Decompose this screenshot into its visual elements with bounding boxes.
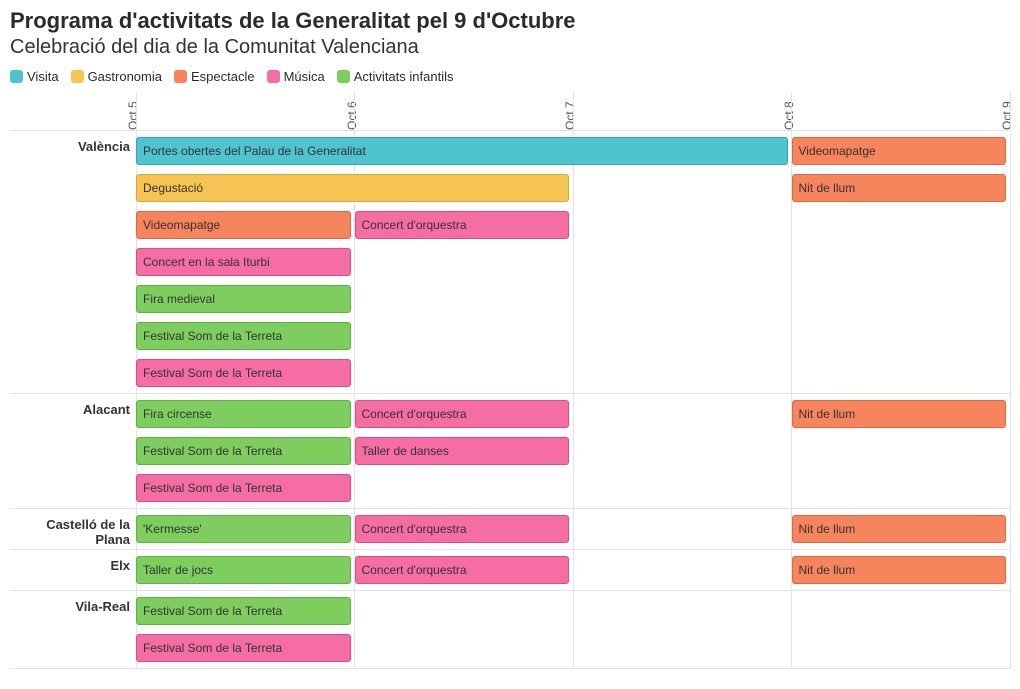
city-row: ElxTaller de jocsConcert d'orquestra Nit … — [10, 549, 1010, 590]
city-label: València — [10, 131, 136, 393]
lane: Festival Som de la Terreta — [136, 597, 1010, 625]
lane: Festival Som de la Terreta — [136, 474, 1010, 502]
legend-label: Visita — [27, 69, 59, 84]
lane: Degustació Nit de llum — [136, 174, 1010, 202]
city-lanes: Festival Som de la Terreta Festival Som d… — [136, 591, 1010, 668]
page-subtitle: Celebració del dia de la Comunitat Valen… — [10, 36, 1010, 59]
city-label: Elx — [10, 550, 136, 590]
event-bar[interactable]: Concert d'orquestra — [355, 515, 570, 543]
event-bar[interactable]: Festival Som de la Terreta — [136, 634, 351, 662]
city-row: ValènciaPortes obertes del Palau de la G… — [10, 130, 1010, 393]
event-bar[interactable]: Festival Som de la Terreta — [136, 597, 351, 625]
event-bar[interactable]: Portes obertes del Palau de la Generalit… — [136, 137, 788, 165]
axis-tick: Oct 8 — [782, 101, 796, 130]
chart-container: Programa d'activitats de la Generalitat … — [0, 0, 1020, 689]
legend: Visita Gastronomia Espectacle Música Activit… — [10, 69, 1010, 84]
legend-item-visita: Visita — [10, 69, 59, 84]
legend-swatch — [174, 70, 187, 83]
event-bar[interactable]: Concert d'orquestra — [355, 211, 570, 239]
event-bar[interactable]: Festival Som de la Terreta — [136, 474, 351, 502]
lane: Festival Som de la Terreta — [136, 359, 1010, 387]
lane: Concert en la sala Iturbi — [136, 248, 1010, 276]
lane: Fira medieval — [136, 285, 1010, 313]
event-bar[interactable]: Festival Som de la Terreta — [136, 322, 351, 350]
gantt-chart: Oct 5Oct 6Oct 7Oct 8Oct 9 ValènciaPortes… — [10, 92, 1010, 669]
legend-label: Música — [284, 69, 325, 84]
event-bar[interactable]: Fira medieval — [136, 285, 351, 313]
axis-tick: Oct 7 — [563, 101, 577, 130]
event-bar[interactable]: Taller de danses — [355, 437, 570, 465]
axis-tick: Oct 6 — [345, 101, 359, 130]
event-bar[interactable]: Concert en la sala Iturbi — [136, 248, 351, 276]
city-row: Vila-RealFestival Som de la TerretaFesti… — [10, 590, 1010, 669]
legend-swatch — [71, 70, 84, 83]
event-bar[interactable]: Concert d'orquestra — [355, 556, 570, 584]
legend-swatch — [267, 70, 280, 83]
event-bar[interactable]: Taller de jocs — [136, 556, 351, 584]
lane: VideomapatgeConcert d'orquestra — [136, 211, 1010, 239]
axis-tick: Oct 5 — [126, 101, 140, 130]
city-label: Castelló de la Plana — [10, 509, 136, 549]
event-bar[interactable]: Festival Som de la Terreta — [136, 359, 351, 387]
legend-label: Espectacle — [191, 69, 255, 84]
event-bar[interactable]: 'Kermesse' — [136, 515, 351, 543]
legend-swatch — [10, 70, 23, 83]
city-lanes: Taller de jocsConcert d'orquestra Nit de … — [136, 550, 1010, 590]
lane: Fira circenseConcert d'orquestra Nit de l… — [136, 400, 1010, 428]
legend-label: Activitats infantils — [354, 69, 454, 84]
lane: Portes obertes del Palau de la Generalit… — [136, 137, 1010, 165]
event-bar[interactable]: Fira circense — [136, 400, 351, 428]
event-bar[interactable]: Nit de llum — [792, 400, 1007, 428]
city-lanes: 'Kermesse'Concert d'orquestra Nit de llum — [136, 509, 1010, 549]
legend-label: Gastronomia — [88, 69, 162, 84]
lane: Taller de jocsConcert d'orquestra Nit de … — [136, 556, 1010, 584]
event-bar[interactable]: Nit de llum — [792, 556, 1007, 584]
legend-item-activitats: Activitats infantils — [337, 69, 454, 84]
event-bar[interactable]: Nit de llum — [792, 515, 1007, 543]
legend-swatch — [337, 70, 350, 83]
event-bar[interactable]: Festival Som de la Terreta — [136, 437, 351, 465]
event-bar[interactable]: Nit de llum — [792, 174, 1007, 202]
axis-tick: Oct 9 — [1000, 101, 1014, 130]
city-lanes: Portes obertes del Palau de la Generalit… — [136, 131, 1010, 393]
legend-item-música: Música — [267, 69, 325, 84]
event-bar[interactable]: Videomapatge — [136, 211, 351, 239]
timeline-header: Oct 5Oct 6Oct 7Oct 8Oct 9 — [136, 92, 1010, 130]
gantt-rows: ValènciaPortes obertes del Palau de la G… — [10, 130, 1010, 669]
lane: Festival Som de la Terreta — [136, 322, 1010, 350]
event-bar[interactable]: Concert d'orquestra — [355, 400, 570, 428]
city-label: Alacant — [10, 394, 136, 508]
city-lanes: Fira circenseConcert d'orquestra Nit de l… — [136, 394, 1010, 508]
event-bar[interactable]: Videomapatge — [792, 137, 1007, 165]
city-row: AlacantFira circenseConcert d'orquestra N… — [10, 393, 1010, 508]
lane: Festival Som de la Terreta — [136, 634, 1010, 662]
lane: Festival Som de la TerretaTaller de dans… — [136, 437, 1010, 465]
legend-item-espectacle: Espectacle — [174, 69, 255, 84]
lane: 'Kermesse'Concert d'orquestra Nit de llum — [136, 515, 1010, 543]
city-row: Castelló de la Plana'Kermesse'Concert d'… — [10, 508, 1010, 549]
legend-item-gastronomia: Gastronomia — [71, 69, 162, 84]
event-bar[interactable]: Degustació — [136, 174, 569, 202]
page-title: Programa d'activitats de la Generalitat … — [10, 8, 1010, 34]
city-label: Vila-Real — [10, 591, 136, 668]
